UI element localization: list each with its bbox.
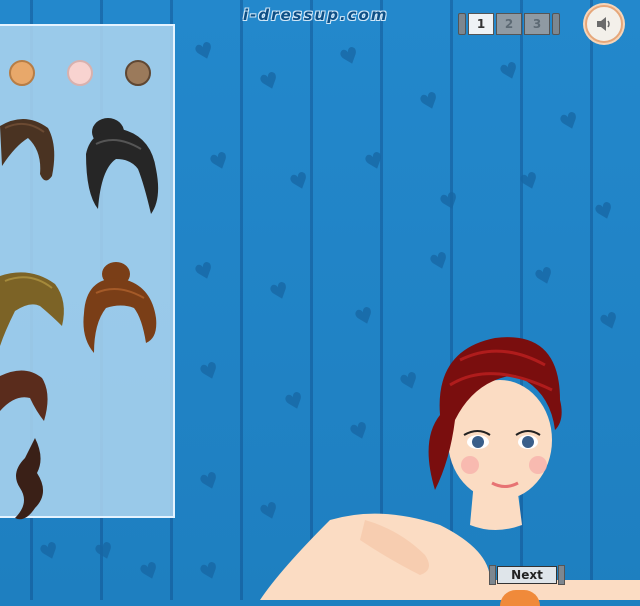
speaker-icon (597, 17, 610, 31)
sound-toggle-button[interactable] (585, 5, 623, 43)
skin-swatch-light-pink[interactable] (67, 60, 93, 86)
next-button-label: Next (497, 566, 557, 584)
pager: 1 2 3 (458, 13, 560, 35)
page-1-button[interactable]: 1 (468, 13, 494, 35)
hair-option-dark-brown-short[interactable] (0, 116, 60, 196)
skin-swatch-brown[interactable] (125, 60, 151, 86)
pager-left-cap (458, 13, 466, 35)
hair-option-blonde-olive[interactable] (0, 266, 70, 356)
site-logo[interactable]: i-dressup.com (243, 6, 388, 24)
hair-selection-panel (0, 24, 175, 520)
pager-right-cap (552, 13, 560, 35)
next-button-right-cap (558, 565, 565, 585)
doll-model (260, 337, 640, 600)
page-3-button[interactable]: 3 (524, 13, 550, 35)
hair-option-black-updo[interactable] (76, 114, 166, 224)
next-button[interactable]: Next (489, 565, 565, 585)
hair-option-dark-wavy-long[interactable] (5, 438, 55, 528)
page-2-button[interactable]: 2 (496, 13, 522, 35)
skin-swatch-tan[interactable] (9, 60, 35, 86)
hair-option-brown-wavy[interactable] (0, 366, 60, 436)
next-button-left-cap (489, 565, 496, 585)
hair-option-auburn-bun[interactable] (76, 258, 166, 358)
